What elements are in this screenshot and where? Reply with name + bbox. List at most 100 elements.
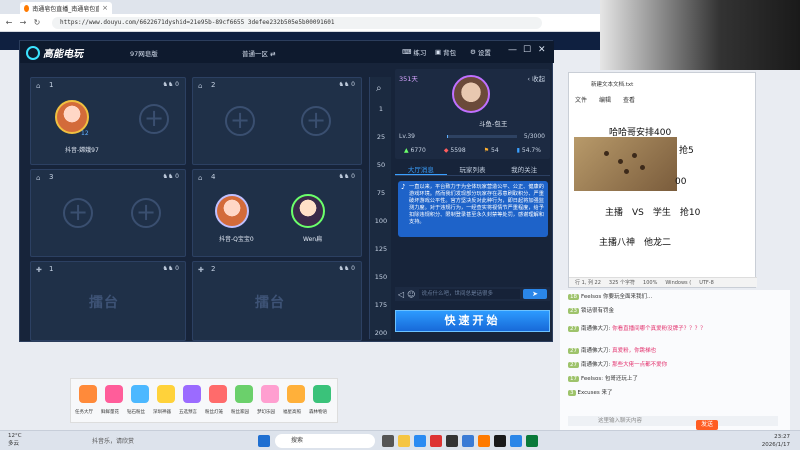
windows-start-icon[interactable] [258, 435, 270, 447]
app-icon[interactable] [494, 435, 506, 447]
refresh-icon[interactable]: ↻ [32, 18, 42, 28]
url-input[interactable]: https://www.douyu.com/6622671dyshid=21e9… [52, 17, 542, 29]
tab-close-icon[interactable]: × [102, 4, 108, 12]
room-index[interactable]: 25 [370, 133, 392, 141]
search-icon[interactable]: ⌕ [376, 83, 382, 94]
add-player-icon[interactable]: + [63, 198, 93, 228]
tab-following[interactable]: 我的关注 [498, 164, 550, 175]
settings-label: 设置 [477, 49, 491, 57]
seat-2[interactable]: ⌂ 2 ♞♞ 0 + + [192, 77, 362, 165]
avatar[interactable] [215, 194, 249, 228]
room-index[interactable]: 150 [370, 273, 392, 281]
menu-edit[interactable]: 编辑 [599, 95, 611, 104]
gift-label: 粉丝家园 [231, 410, 249, 415]
bag-button[interactable]: ▣ 背包 [435, 47, 456, 57]
bag-label: 背包 [443, 49, 457, 57]
room-index[interactable]: 50 [370, 161, 392, 169]
menu-view[interactable]: 查看 [623, 95, 635, 104]
danmu-send-button[interactable]: 发送 [696, 420, 718, 430]
close-button[interactable]: ✕ [538, 45, 546, 55]
practice-button[interactable]: ⌨ 练习 [402, 47, 426, 57]
gift-icon[interactable] [183, 385, 201, 403]
room-index[interactable]: 200 [370, 329, 392, 337]
gift-icon[interactable] [261, 385, 279, 403]
room-number-column[interactable]: ⌕ 1 25 50 75 100 125 150 175 200 [369, 77, 391, 339]
gift-label: 任务大厅 [75, 410, 93, 415]
gift-icon[interactable] [157, 385, 175, 403]
app-icon[interactable] [510, 435, 522, 447]
gift-icon[interactable] [79, 385, 97, 403]
forward-icon[interactable]: → [18, 18, 28, 28]
collapse-button[interactable]: ‹ 收起 [527, 73, 545, 83]
server-switch[interactable]: 普通一区 ⇄ [242, 48, 276, 58]
maximize-button[interactable]: ☐ [523, 45, 531, 55]
gift-icon[interactable] [105, 385, 123, 403]
seat-number: 3 [49, 173, 54, 181]
danmu-input[interactable]: 这里输入聊天内容 [568, 416, 778, 426]
coin-icon: ◆ [443, 147, 449, 154]
minimize-button[interactable]: — [508, 45, 517, 55]
seat-count: ♞♞ 0 [162, 173, 180, 180]
gift-icon[interactable] [235, 385, 253, 403]
gift-icon[interactable] [209, 385, 227, 403]
avatar[interactable] [55, 100, 89, 134]
browser-tab[interactable]: 南通皂包直播_南通皂包直播_南通 × [20, 2, 112, 14]
megaphone-icon[interactable]: ◁ [398, 290, 404, 299]
settings-button[interactable]: ⚙ 设置 [470, 47, 491, 57]
gift-icon[interactable] [313, 385, 331, 403]
gift-icon[interactable] [131, 385, 149, 403]
seat-count-value: 0 [351, 81, 355, 88]
app-icon[interactable] [478, 435, 490, 447]
weather-widget[interactable]: 12°C 多云 [8, 433, 22, 447]
weather-temp: 12°C [8, 433, 22, 439]
tab-lobby[interactable]: 大厅消息 [395, 164, 447, 175]
edge-icon[interactable] [414, 435, 426, 447]
seat-count: ♞♞ 0 [162, 265, 180, 272]
taskbar-search[interactable]: 搜索 [275, 434, 375, 448]
tab-players[interactable]: 玩家列表 [447, 164, 499, 175]
app-icon[interactable] [526, 435, 538, 447]
seat-4[interactable]: ⌂ 4 ♞♞ 0 抖音-Q宝宝0 Wen扁 [192, 169, 362, 257]
seat-number: 2 [211, 81, 216, 89]
avatar[interactable] [291, 194, 325, 228]
douyu-favicon-icon [24, 4, 30, 12]
arena-2[interactable]: ✚ 2 ♞♞ 0 擂台 [192, 261, 362, 341]
app-icon[interactable] [446, 435, 458, 447]
logo-icon [26, 45, 40, 60]
menu-file[interactable]: 文件 [575, 95, 587, 104]
quick-start-button[interactable]: 快速开始 [395, 310, 550, 332]
seat-3[interactable]: ⌂ 3 ♞♞ 0 + + [30, 169, 186, 257]
gift-label: 粉丝灯笼 [205, 410, 223, 415]
room-index[interactable]: 1 [370, 105, 392, 113]
send-icon[interactable]: ➤ [523, 289, 547, 299]
profile-card: 351天 ‹ 收起 斗鱼-包王 Lv.39 5/3000 ▲ 6770 ◆ 55… [395, 69, 550, 159]
add-player-icon[interactable]: + [301, 106, 331, 136]
add-player-icon[interactable]: + [225, 106, 255, 136]
room-index[interactable]: 100 [370, 217, 392, 225]
arena-1[interactable]: ✚ 1 ♞♞ 0 擂台 [30, 261, 186, 341]
profile-level: Lv.39 [399, 133, 415, 140]
stat-value: 6770 [410, 147, 426, 154]
chat-input[interactable]: 说点什么吧，世间总是话很多 [418, 289, 520, 299]
explorer-icon[interactable] [398, 435, 410, 447]
gift-icon[interactable] [287, 385, 305, 403]
back-icon[interactable]: ← [4, 18, 14, 28]
add-player-icon[interactable]: + [139, 104, 169, 134]
emoji-icon[interactable]: ☺ [407, 290, 415, 299]
stat-points: ▲ 6770 [404, 147, 426, 154]
task-view-icon[interactable] [382, 435, 394, 447]
add-player-icon[interactable]: + [131, 198, 161, 228]
app-icon[interactable] [430, 435, 442, 447]
seat-number: 4 [211, 173, 216, 181]
taskbar-clock[interactable]: 23:27 2026/1/17 [762, 433, 790, 449]
home-icon: ⌂ [198, 82, 203, 90]
room-index[interactable]: 75 [370, 189, 392, 197]
practice-icon: ⌨ [402, 48, 412, 56]
avatar[interactable] [452, 75, 490, 113]
app-icon[interactable] [462, 435, 474, 447]
room-index[interactable]: 175 [370, 301, 392, 309]
seat-1[interactable]: ⌂ 1 ♞♞ 0 12 抖音-嫦娥97 + [30, 77, 186, 165]
room-index[interactable]: 125 [370, 245, 392, 253]
chart-icon: ▮ [516, 147, 520, 154]
notepad-title: 新建文本文档.txt [591, 82, 634, 88]
